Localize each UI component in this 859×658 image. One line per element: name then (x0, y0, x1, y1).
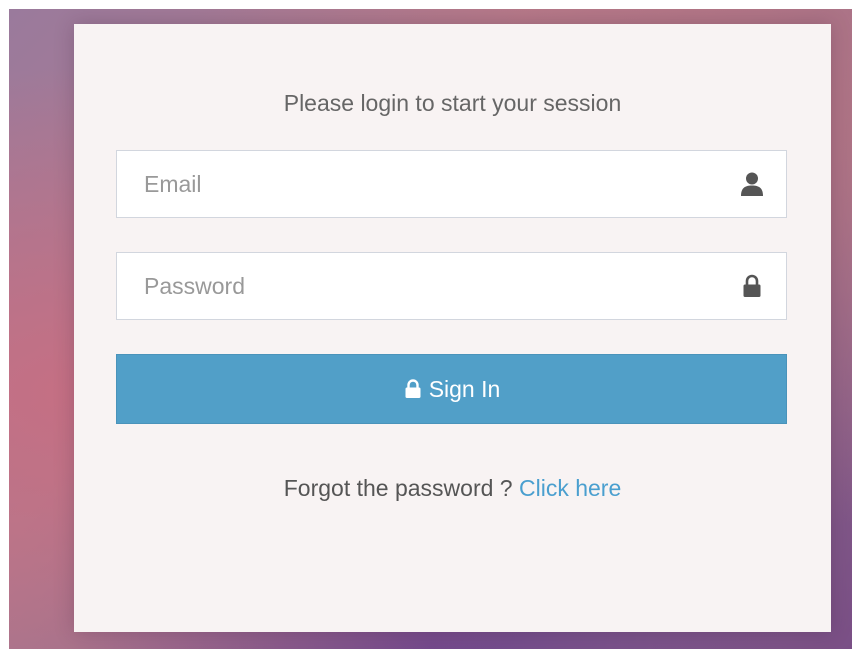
user-icon (738, 170, 766, 198)
lock-icon (738, 272, 766, 300)
password-field-wrapper (116, 252, 787, 320)
password-input[interactable] (117, 253, 786, 319)
sign-in-label: Sign In (428, 375, 501, 402)
background: Please login to start your session Email… (9, 9, 852, 649)
email-input[interactable] (117, 151, 786, 217)
login-card: Please login to start your session Email… (74, 24, 831, 632)
lock-icon (403, 378, 423, 400)
sign-in-button[interactable]: Sign In (116, 354, 787, 424)
forgot-password-text: Forgot the password ? (283, 475, 513, 501)
forgot-password: Forgot the password ? Click here (74, 473, 831, 503)
login-message: Please login to start your session (283, 90, 622, 116)
email-field-wrapper (116, 150, 787, 218)
forgot-password-link[interactable]: Click here (519, 475, 621, 501)
